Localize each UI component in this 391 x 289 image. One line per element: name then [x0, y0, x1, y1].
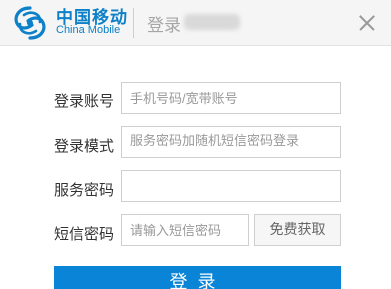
account-label: 登录账号	[54, 92, 115, 110]
header-bar: 中国移动 China Mobile 登录	[0, 0, 391, 46]
login-mode-select[interactable]: 服务密码加随机短信密码登录	[121, 126, 341, 158]
account-input[interactable]	[121, 82, 341, 114]
login-button[interactable]: 登录	[54, 266, 341, 289]
china-mobile-logo-icon	[14, 6, 46, 40]
close-button[interactable]	[354, 10, 380, 36]
sms-code-input[interactable]	[121, 214, 249, 246]
header-divider	[133, 8, 134, 38]
brand-name-en: China Mobile	[56, 24, 121, 36]
page-title: 登录	[147, 16, 181, 36]
blurred-text	[184, 14, 240, 30]
mode-label: 登录模式	[54, 137, 115, 155]
password-label: 服务密码	[54, 181, 115, 199]
get-sms-code-button[interactable]: 免费获取	[254, 214, 341, 246]
sms-label: 短信密码	[54, 225, 115, 243]
password-input[interactable]	[121, 170, 341, 202]
